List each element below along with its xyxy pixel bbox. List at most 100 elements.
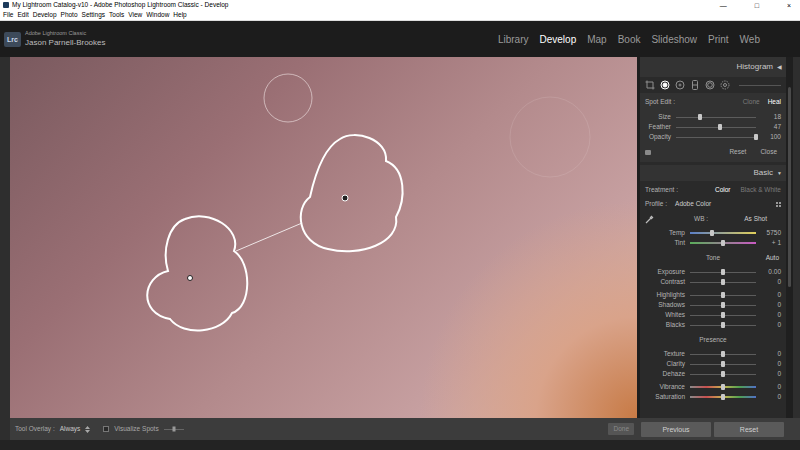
histogram-header[interactable]: Histogram◀	[640, 57, 786, 77]
module-tab[interactable]: Slideshow	[651, 32, 697, 47]
slider-track[interactable]	[690, 282, 756, 283]
slider-thumb[interactable]	[721, 351, 725, 357]
slider-value[interactable]: 0	[761, 384, 781, 391]
slider-thumb[interactable]	[721, 361, 725, 367]
menu-item[interactable]: Settings	[82, 12, 106, 19]
slider-value[interactable]: 100	[761, 134, 781, 141]
slider-track[interactable]	[676, 127, 756, 128]
slider-track[interactable]	[690, 232, 756, 234]
slider-thumb[interactable]	[721, 292, 725, 298]
slider-track[interactable]	[676, 117, 756, 118]
slider-thumb[interactable]	[721, 371, 725, 377]
right-panel-edge[interactable]	[793, 57, 800, 418]
basic-header[interactable]: Basic▼	[640, 165, 786, 181]
tool-button[interactable]	[705, 80, 715, 90]
tool-button[interactable]	[675, 80, 685, 90]
visualize-slider[interactable]	[164, 429, 184, 430]
slider-value[interactable]: 47	[761, 124, 781, 131]
footer-button[interactable]: Reset	[714, 422, 784, 437]
slider-value[interactable]: 0	[761, 322, 781, 329]
slider-thumb[interactable]	[754, 134, 758, 140]
slider-track[interactable]	[690, 272, 756, 273]
profile-select[interactable]: Adobe Color	[675, 201, 711, 208]
eyedropper-icon[interactable]	[645, 215, 654, 224]
module-tab[interactable]: Library	[498, 32, 529, 47]
tool-button[interactable]	[660, 80, 670, 90]
slider-thumb[interactable]	[721, 394, 725, 400]
slider-value[interactable]: 0	[761, 361, 781, 368]
module-tab[interactable]: Book	[618, 32, 641, 47]
done-button[interactable]: Done	[608, 423, 634, 436]
slider-thumb[interactable]	[721, 312, 725, 318]
slider-value[interactable]: 0	[761, 302, 781, 309]
window-control[interactable]: ×	[787, 2, 791, 9]
slider-value[interactable]: 0	[761, 292, 781, 299]
slider-thumb[interactable]	[698, 114, 702, 120]
menu-item[interactable]: Edit	[17, 12, 28, 19]
slider-thumb[interactable]	[721, 240, 725, 246]
treatment-option[interactable]: Black & White	[741, 187, 781, 194]
slider-thumb[interactable]	[721, 269, 725, 275]
slider-thumb[interactable]	[721, 302, 725, 308]
slider-value[interactable]: 5750	[761, 230, 781, 237]
slider-value[interactable]: 18	[761, 114, 781, 121]
menu-item[interactable]: File	[3, 12, 13, 19]
wb-select[interactable]: As Shot	[744, 216, 767, 223]
slider-track[interactable]	[690, 354, 756, 355]
treatment-option[interactable]: Color	[715, 187, 731, 194]
menu-item[interactable]: Photo	[61, 12, 78, 19]
slider-track[interactable]	[690, 374, 756, 375]
switch-icon[interactable]	[645, 150, 651, 155]
window-control[interactable]: □	[755, 2, 759, 9]
slider-track[interactable]	[690, 364, 756, 365]
slider-value[interactable]: 0	[761, 394, 781, 401]
slider-value[interactable]: 0	[761, 351, 781, 358]
window-control[interactable]: —	[720, 2, 727, 9]
spot-overlay[interactable]	[10, 57, 637, 418]
left-panel-edge[interactable]	[0, 57, 10, 440]
spot-edit-button[interactable]: Reset	[729, 149, 746, 156]
slider-track[interactable]	[690, 386, 756, 388]
module-tab[interactable]: Develop	[540, 32, 577, 47]
spot-edit-button[interactable]: Close	[760, 149, 777, 156]
visualize-checkbox[interactable]	[103, 426, 109, 432]
menu-item[interactable]: Develop	[33, 12, 57, 19]
slider-track[interactable]	[690, 325, 756, 326]
tool-button[interactable]	[645, 80, 655, 90]
menu-item[interactable]: Tools	[109, 12, 124, 19]
slider-thumb[interactable]	[721, 279, 725, 285]
auto-button[interactable]: Auto	[766, 255, 779, 262]
slider-value[interactable]: 0	[761, 312, 781, 319]
panel-toggle[interactable]: ◀	[777, 64, 782, 70]
slider-track[interactable]	[676, 137, 756, 138]
slider-track[interactable]	[690, 305, 756, 306]
module-tab[interactable]: Web	[740, 32, 760, 47]
slider-thumb[interactable]	[721, 384, 725, 390]
slider-thumb[interactable]	[721, 322, 725, 328]
menu-item[interactable]: View	[128, 12, 142, 19]
module-tab[interactable]: Print	[708, 32, 729, 47]
tool-button[interactable]	[690, 80, 700, 90]
spot-mode[interactable]: Heal	[768, 99, 781, 106]
panel-scrollbar[interactable]	[786, 57, 793, 418]
menu-item[interactable]: Window	[146, 12, 169, 19]
slider-track[interactable]	[690, 295, 756, 296]
slider-thumb[interactable]	[718, 124, 722, 130]
tool-overlay-select[interactable]: Always	[60, 426, 81, 433]
slider-value[interactable]: 0	[761, 279, 781, 286]
module-tab[interactable]: Map	[587, 32, 606, 47]
photo[interactable]	[10, 57, 637, 418]
profile-browser-icon[interactable]	[776, 202, 781, 207]
slider-track[interactable]	[690, 242, 756, 244]
slider-thumb[interactable]	[710, 230, 714, 236]
slider-value[interactable]: + 1	[761, 240, 781, 247]
spot-mode[interactable]: Clone	[743, 99, 760, 106]
slider-track[interactable]	[690, 315, 756, 316]
tool-button[interactable]	[720, 80, 730, 90]
panel-toggle[interactable]: ▼	[777, 171, 782, 176]
slider-value[interactable]: 0	[761, 371, 781, 378]
filmstrip-edge[interactable]	[0, 440, 800, 450]
slider-value[interactable]: 0.00	[761, 269, 781, 276]
menu-item[interactable]: Help	[173, 12, 186, 19]
footer-button[interactable]: Previous	[641, 422, 711, 437]
